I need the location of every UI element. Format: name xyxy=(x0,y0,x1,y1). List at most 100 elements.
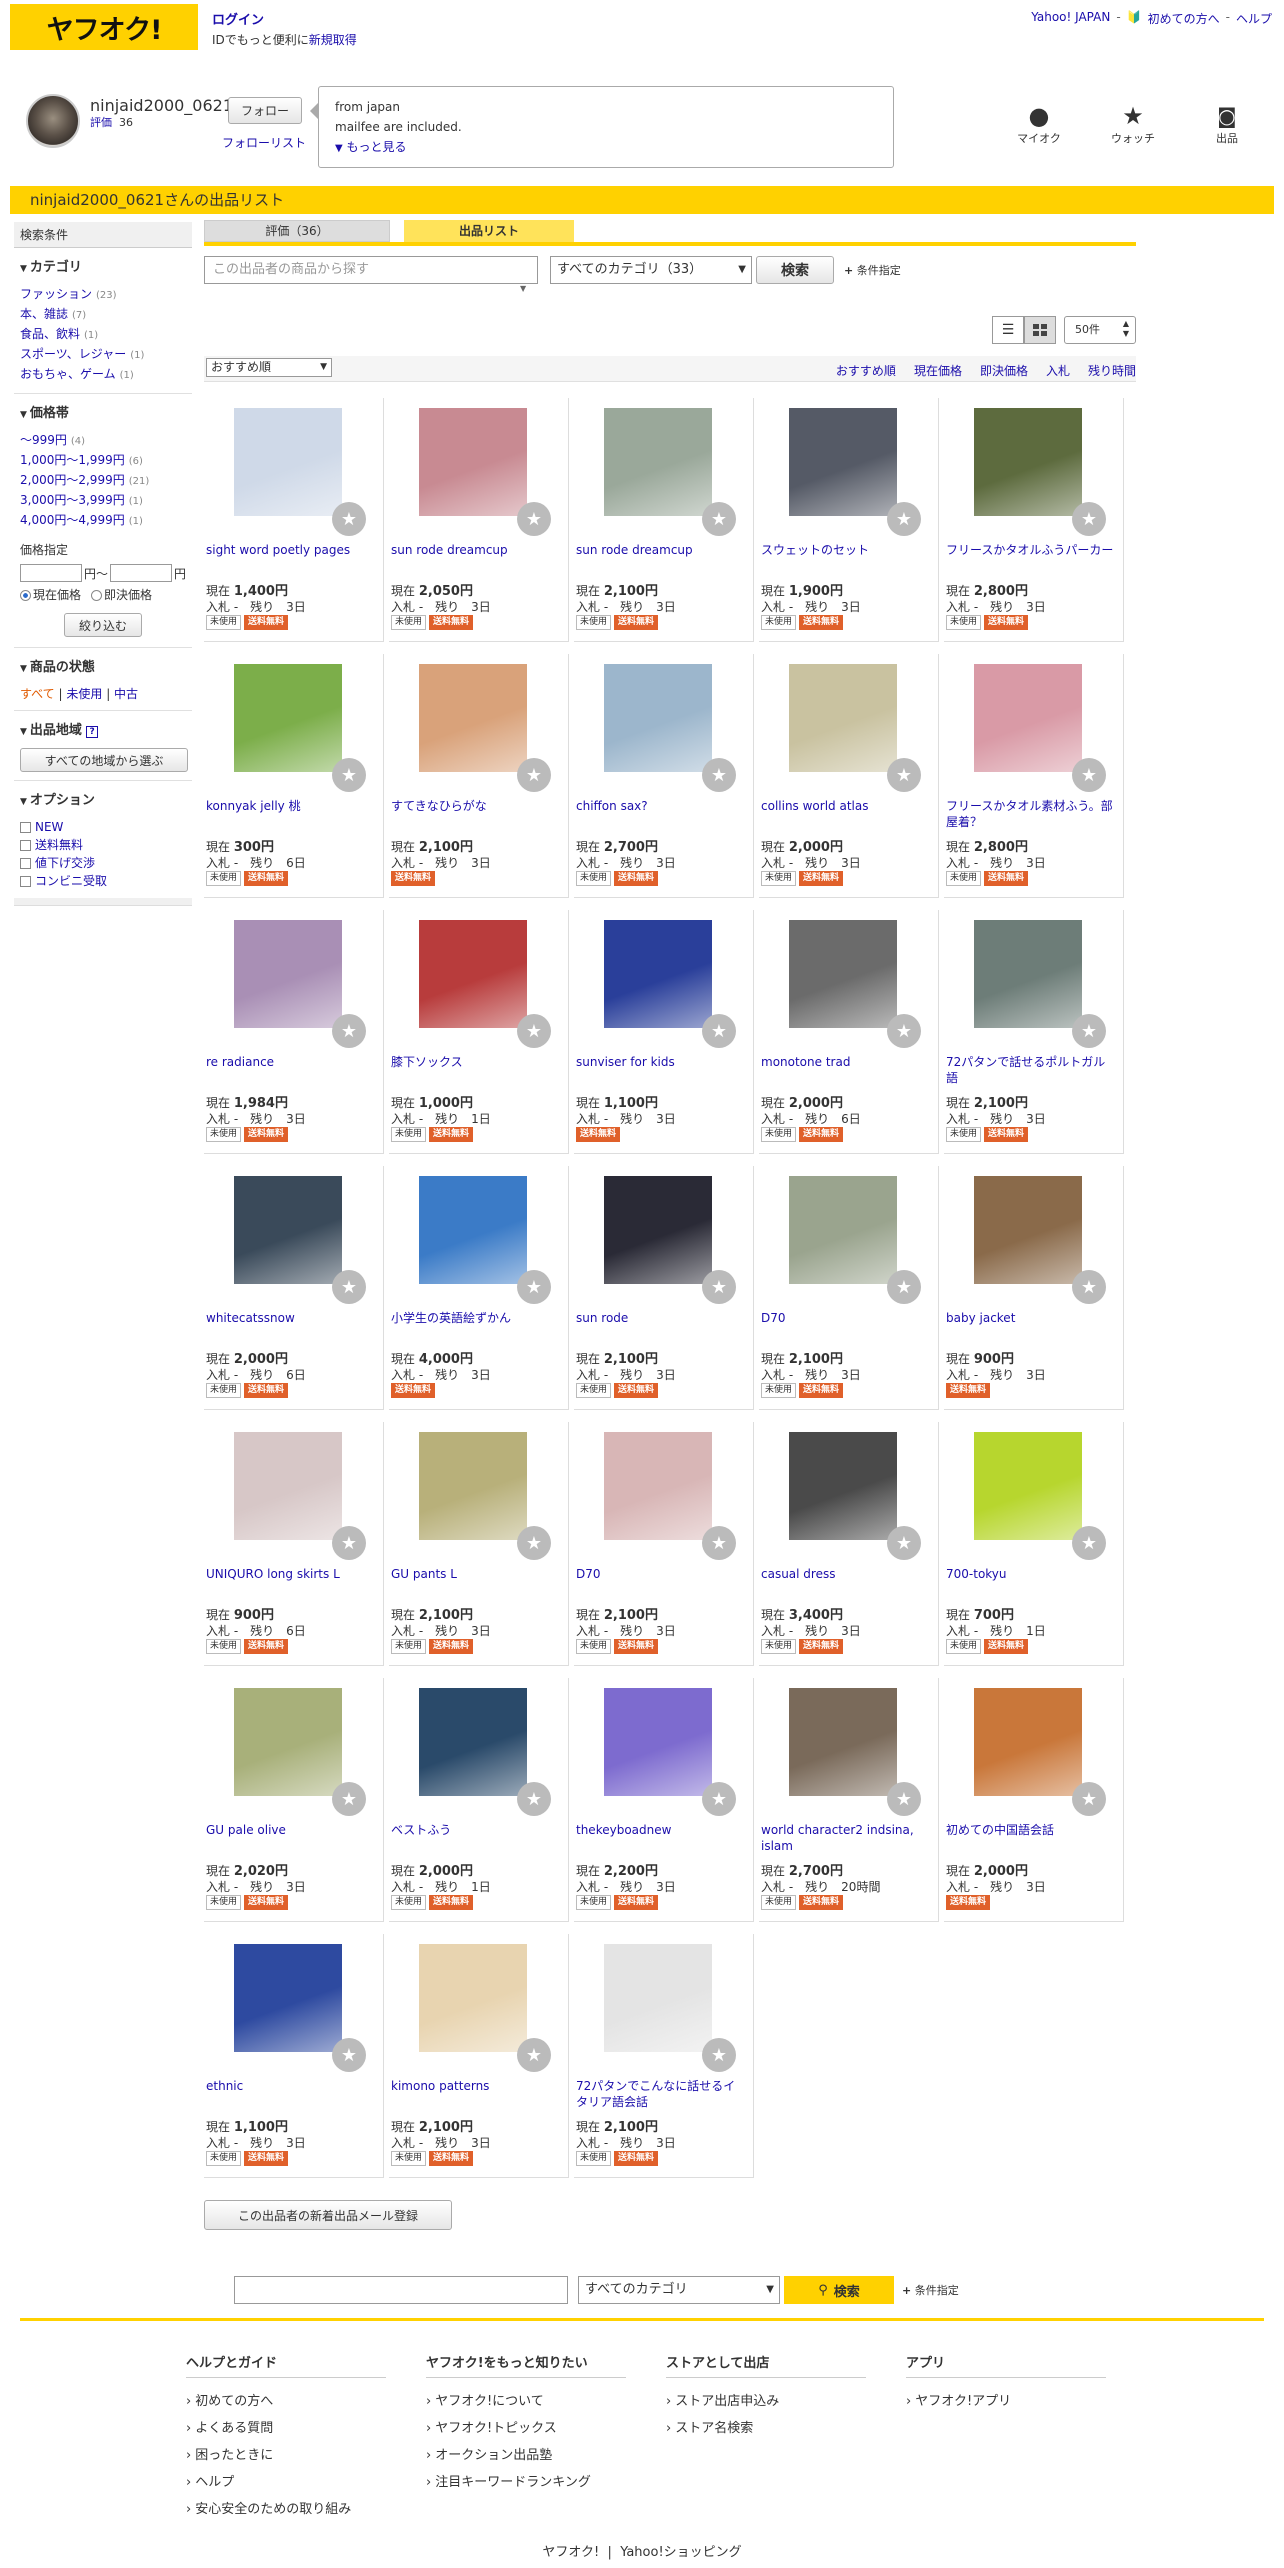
bottom-search-button[interactable]: ⚲ 検索 xyxy=(784,2276,894,2304)
item-card[interactable]: ★ 72パタンでこんなに話せるイタリア語会話 現在 2,100円 入札 - 残り 3日… xyxy=(574,1934,754,2178)
item-thumbnail[interactable] xyxy=(234,1688,342,1796)
sidebar-price[interactable]: 2,000円〜2,999円 (21) xyxy=(20,471,186,491)
login-link[interactable]: ログイン xyxy=(212,9,357,28)
footer-link[interactable]: ヤフオク!について xyxy=(426,2388,626,2415)
item-thumbnail[interactable] xyxy=(604,1176,712,1284)
watch-star-icon[interactable]: ★ xyxy=(1072,1270,1106,1304)
sidebar-category-label[interactable]: 本、雑誌 xyxy=(20,307,68,321)
item-title[interactable]: 72パタンで話せるポルトガル語 xyxy=(946,1054,1116,1086)
beginner-link[interactable]: 初めての方へ xyxy=(1148,10,1220,27)
sidebar-category[interactable]: おもちゃ、ゲーム (1) xyxy=(20,365,186,385)
item-thumbnail[interactable] xyxy=(789,1688,897,1796)
watch-star-icon[interactable]: ★ xyxy=(517,758,551,792)
watch-star-icon[interactable]: ★ xyxy=(332,1526,366,1560)
item-thumbnail[interactable] xyxy=(419,1688,527,1796)
item-card[interactable]: ★ フリースかタオルふうパーカー 現在 2,800円 入札 - 残り 3日 未使用 送料無… xyxy=(944,398,1124,642)
checkbox[interactable] xyxy=(20,876,31,887)
search-button[interactable]: 検索 xyxy=(756,256,834,284)
item-thumbnail[interactable] xyxy=(419,1176,527,1284)
bottom-condition-link[interactable]: + 条件指定 xyxy=(902,2282,959,2298)
item-card[interactable]: ★ whitecatssnow 現在 2,000円 入札 - 残り 6日 未使用 送料無料 xyxy=(204,1166,384,1410)
watch-star-icon[interactable]: ★ xyxy=(887,1270,921,1304)
item-thumbnail[interactable] xyxy=(419,664,527,772)
item-title[interactable]: collins world atlas xyxy=(761,798,931,814)
watch-star-icon[interactable]: ★ xyxy=(517,1782,551,1816)
item-title[interactable]: 膝下ソックス xyxy=(391,1054,561,1070)
follow-list-link[interactable]: フォローリスト xyxy=(222,134,306,151)
sort-link[interactable]: 即決価格 xyxy=(980,362,1028,379)
watch-nav[interactable]: ★ ウォッチ xyxy=(1106,102,1160,146)
state-all[interactable]: すべて xyxy=(20,687,55,701)
item-card[interactable]: ★ chiffon sax? 現在 2,700円 入札 - 残り 3日 未使用 送料無料 xyxy=(574,654,754,898)
tab-eval[interactable]: 評価（36） xyxy=(204,220,390,242)
item-thumbnail[interactable] xyxy=(234,1432,342,1540)
sidebar-price-label[interactable]: 2,000円〜2,999円 xyxy=(20,473,125,487)
footer-link[interactable]: 安心安全のための取り組み xyxy=(186,2496,386,2523)
sidebar-price-label[interactable]: 4,000円〜4,999円 xyxy=(20,513,125,527)
new-listing-mail-button[interactable]: この出品者の新着出品メール登録 xyxy=(204,2200,452,2230)
item-title[interactable]: world character2 indsina, islam xyxy=(761,1822,931,1854)
sidebar-category[interactable]: ファッション (23) xyxy=(20,285,186,305)
item-title[interactable]: baby jacket xyxy=(946,1310,1116,1326)
sidebar-price[interactable]: 1,000円〜1,999円 (6) xyxy=(20,451,186,471)
region-button[interactable]: すべての地域から選ぶ xyxy=(20,748,188,772)
watch-star-icon[interactable]: ★ xyxy=(517,502,551,536)
item-title[interactable]: whitecatssnow xyxy=(206,1310,376,1326)
watch-star-icon[interactable]: ★ xyxy=(887,758,921,792)
item-card[interactable]: ★ konnyak jelly 桃現在 300円 入札 - 残り 6日 未使用 送料無料 xyxy=(204,654,384,898)
item-thumbnail[interactable] xyxy=(604,1432,712,1540)
watch-star-icon[interactable]: ★ xyxy=(702,2038,736,2072)
item-thumbnail[interactable] xyxy=(234,408,342,516)
watch-star-icon[interactable]: ★ xyxy=(887,502,921,536)
item-card[interactable]: ★ フリースかタオル素材ふう。部屋着？ 現在 2,800円 入札 - 残り 3日 未使用… xyxy=(944,654,1124,898)
watch-star-icon[interactable]: ★ xyxy=(887,1014,921,1048)
sidebar-price-label[interactable]: 3,000円〜3,999円 xyxy=(20,493,125,507)
watch-star-icon[interactable]: ★ xyxy=(702,502,736,536)
sidebar-price[interactable]: 3,000円〜3,999円 (1) xyxy=(20,491,186,511)
sort-link[interactable]: 現在価格 xyxy=(914,362,962,379)
item-card[interactable]: ★ 72パタンで話せるポルトガル語 現在 2,100円 入札 - 残り 3日 未使用 送料… xyxy=(944,910,1124,1154)
item-title[interactable]: フリースかタオル素材ふう。部屋着？ xyxy=(946,798,1116,830)
sidebar-category[interactable]: スポーツ、レジャー (1) xyxy=(20,345,186,365)
option-checkbox[interactable]: コンビニ受取 xyxy=(20,872,186,890)
item-title[interactable]: 初めての中国語会話 xyxy=(946,1822,1116,1838)
item-title[interactable]: D70 xyxy=(761,1310,931,1326)
item-card[interactable]: ★ GU pale olive 現在 2,020円 入札 - 残り 3日 未使用 送料無料 xyxy=(204,1678,384,1922)
price-max-input[interactable] xyxy=(110,564,172,582)
item-thumbnail[interactable] xyxy=(974,920,1082,1028)
item-thumbnail[interactable] xyxy=(974,1688,1082,1796)
footer-link[interactable]: ストア出店申込み xyxy=(666,2388,866,2415)
item-thumbnail[interactable] xyxy=(974,1432,1082,1540)
item-card[interactable]: ★ sight word poetly pages 現在 1,400円 入札 - 残り… xyxy=(204,398,384,642)
item-card[interactable]: ★ ベストふう 現在 2,000円 入札 - 残り 1日 未使用 送料無料 xyxy=(389,1678,569,1922)
watch-star-icon[interactable]: ★ xyxy=(517,1270,551,1304)
watch-star-icon[interactable]: ★ xyxy=(702,1782,736,1816)
sort-select[interactable]: おすすめ順 ▼ xyxy=(206,358,332,377)
item-title[interactable]: sunviser for kids xyxy=(576,1054,746,1070)
item-title[interactable]: すてきなひらがな xyxy=(391,798,561,814)
sort-link[interactable]: おすすめ順 xyxy=(836,362,896,379)
item-title[interactable]: ethnic xyxy=(206,2078,376,2094)
item-card[interactable]: ★ GU pants L 現在 2,100円 入札 - 残り 3日 未使用 送料無料 xyxy=(389,1422,569,1666)
item-card[interactable]: ★ ethnic 現在 1,100円 入札 - 残り 3日 未使用 送料無料 xyxy=(204,1934,384,2178)
watch-star-icon[interactable]: ★ xyxy=(332,1014,366,1048)
item-title[interactable]: re radiance xyxy=(206,1054,376,1070)
sidebar-category-label[interactable]: スポーツ、レジャー xyxy=(20,347,126,361)
item-thumbnail[interactable] xyxy=(974,664,1082,772)
item-title[interactable]: 700-tokyu xyxy=(946,1566,1116,1582)
item-title[interactable]: D70 xyxy=(576,1566,746,1582)
watch-star-icon[interactable]: ★ xyxy=(702,1526,736,1560)
show-more-link[interactable]: もっと見る xyxy=(347,140,407,154)
state-used[interactable]: 中古 xyxy=(114,687,138,701)
item-title[interactable]: chiffon sax? xyxy=(576,798,746,814)
checkbox[interactable] xyxy=(20,822,31,833)
sidebar-category-label[interactable]: 食品、飲料 xyxy=(20,327,80,341)
item-card[interactable]: ★ D70 現在 2,100円 入札 - 残り 3日 未使用 送料無料 xyxy=(574,1422,754,1666)
item-card[interactable]: ★ sunviser for kids 現在 1,100円 入札 - 残り 3日 送料無… xyxy=(574,910,754,1154)
sidebar-category[interactable]: 本、雑誌 (7) xyxy=(20,305,186,325)
search-input[interactable]: この出品者の商品から探す xyxy=(204,256,538,284)
item-title[interactable]: UNIQURO long skirts L xyxy=(206,1566,376,1582)
item-card[interactable]: ★ monotone trad 現在 2,000円 入札 - 残り 6日 未使用 送料無料 xyxy=(759,910,939,1154)
sidebar-price-label[interactable]: 〜999円 xyxy=(20,433,67,447)
item-card[interactable]: ★ 700-tokyu 現在 700円 入札 - 残り 1日 未使用 送料無料 xyxy=(944,1422,1124,1666)
